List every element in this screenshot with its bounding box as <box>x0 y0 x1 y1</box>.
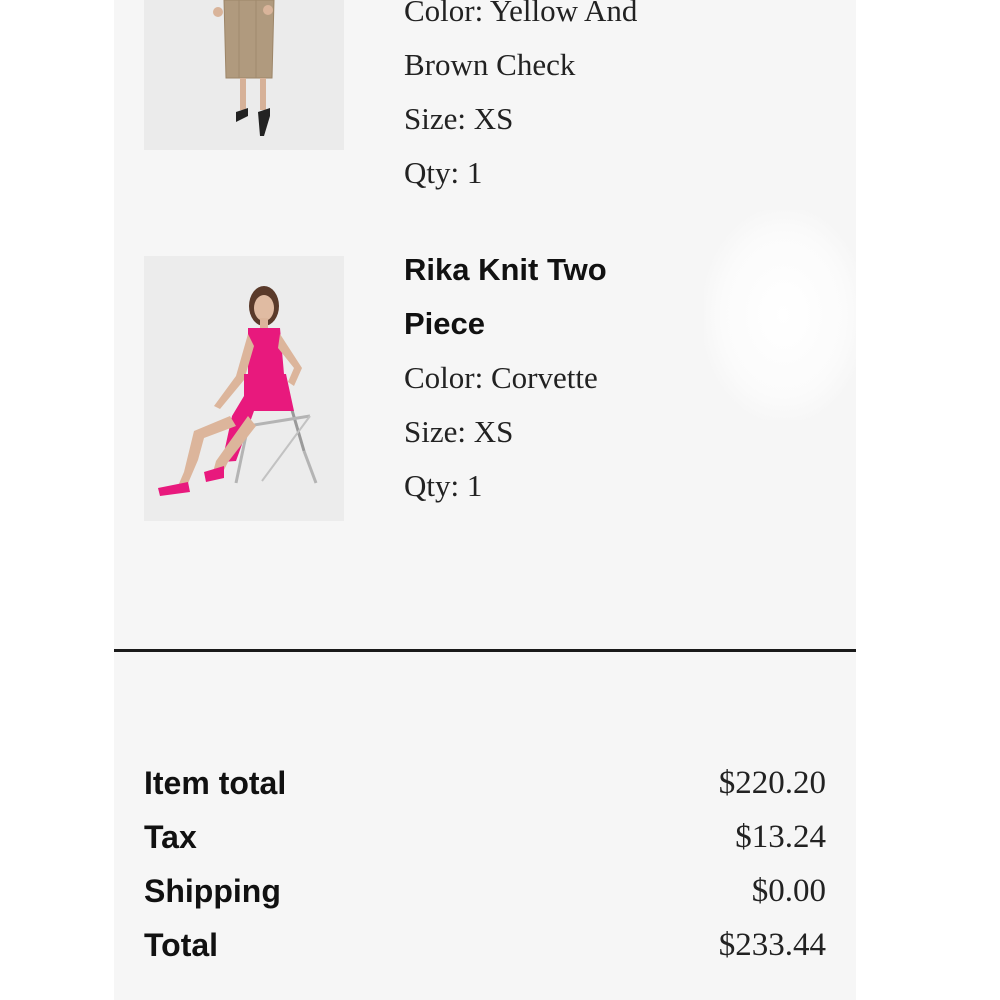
item-name[interactable]: Rika Knit Two <box>404 243 744 297</box>
item-details: Color: Yellow And Brown Check Size: XS Q… <box>404 0 744 200</box>
summary-row-shipping: Shipping $0.00 <box>144 864 826 918</box>
price-summary: Item total $220.20 Tax $13.24 Shipping $… <box>144 756 826 972</box>
item-qty: Qty: 1 <box>404 468 483 503</box>
total-value: $233.44 <box>718 926 826 963</box>
item-qty: Qty: 1 <box>404 155 483 190</box>
product-photo <box>144 0 344 150</box>
item-size: Size: XS <box>404 101 514 136</box>
item-size: Size: XS <box>404 414 514 449</box>
summary-row-tax: Tax $13.24 <box>144 810 826 864</box>
item-color: Color: Corvette <box>404 360 598 395</box>
summary-row-total: Total $233.44 <box>144 918 826 972</box>
product-image-brown-check[interactable] <box>144 0 344 150</box>
item-details: Rika Knit Two Piece Color: Corvette Size… <box>404 243 744 513</box>
tax-value: $13.24 <box>735 818 826 855</box>
product-photo <box>144 256 344 521</box>
item-total-value: $220.20 <box>718 764 826 801</box>
shipping-label: Shipping <box>144 872 281 909</box>
section-divider <box>114 649 856 652</box>
item-color: Color: Yellow And <box>404 0 638 28</box>
item-color-continued: Brown Check <box>404 47 576 82</box>
summary-row-item-total: Item total $220.20 <box>144 756 826 810</box>
item-total-label: Item total <box>144 764 287 801</box>
faded-overlay <box>704 210 856 420</box>
item-name-continued[interactable]: Piece <box>404 297 744 351</box>
total-label: Total <box>144 926 219 963</box>
order-summary-panel: Color: Yellow And Brown Check Size: XS Q… <box>114 0 856 1000</box>
tax-label: Tax <box>144 818 197 855</box>
shipping-value: $0.00 <box>751 872 826 909</box>
product-image-rika-knit[interactable] <box>144 256 344 521</box>
